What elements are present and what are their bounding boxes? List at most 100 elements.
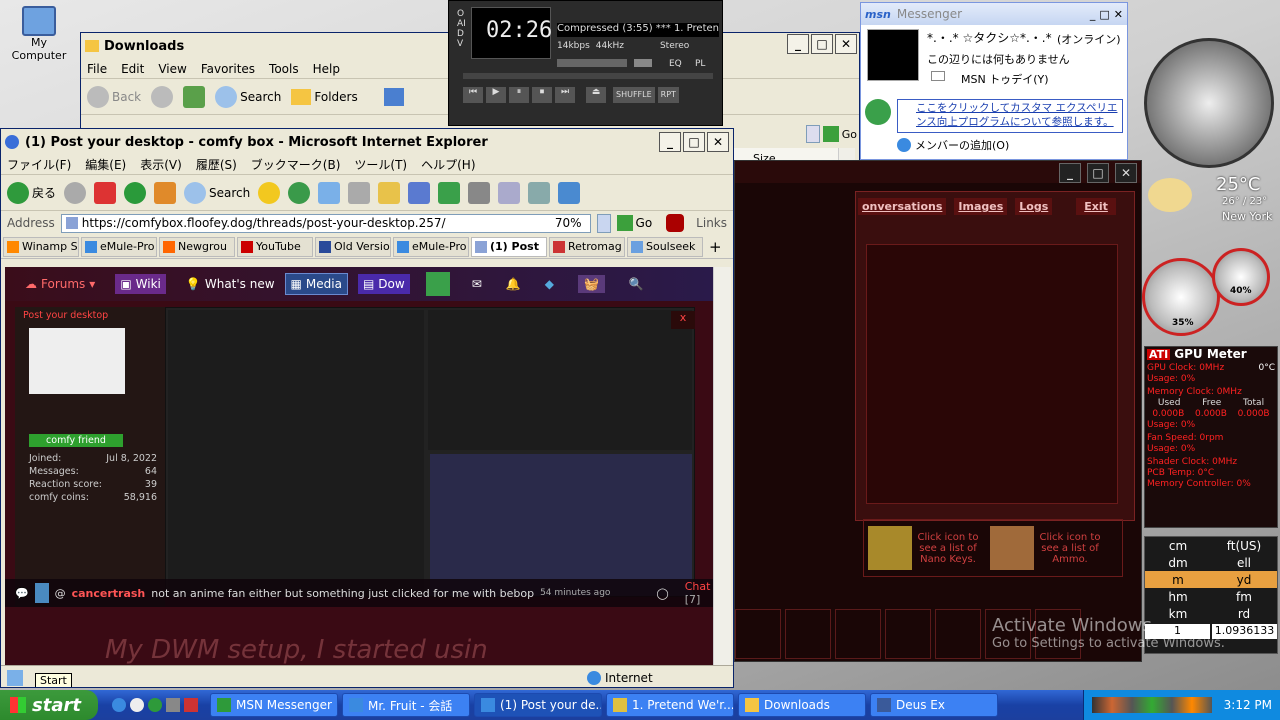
basket-icon[interactable]: 🧺 (577, 275, 605, 293)
prev-icon[interactable]: ⏮ (463, 87, 483, 103)
converter-unit-to[interactable]: ft(US) (1211, 539, 1277, 553)
views-icon[interactable] (383, 87, 404, 106)
post-screenshot-image[interactable] (165, 307, 695, 597)
edit-icon[interactable] (408, 181, 431, 204)
msn-personal-message[interactable]: この辺りには何もありません (927, 51, 1070, 67)
next-icon[interactable]: ⏭ (555, 87, 575, 103)
msn-close[interactable]: ✕ (1114, 8, 1123, 21)
menu-favorites[interactable]: Favorites (201, 62, 255, 76)
print-icon[interactable] (348, 181, 371, 204)
ie-menu-view[interactable]: 表示(V) (140, 156, 182, 173)
msn-minimize[interactable]: _ (1090, 8, 1096, 21)
inventory-slot[interactable] (935, 609, 981, 659)
nav-forums[interactable]: ☁ Forums ▾ (25, 277, 95, 291)
winamp-pl-button[interactable]: PL (695, 59, 705, 69)
menu-tools[interactable]: Tools (269, 62, 299, 76)
fullscreen-icon[interactable] (558, 181, 581, 204)
stop-icon[interactable]: ⏹ (532, 87, 552, 103)
close-x-button[interactable]: x (671, 311, 695, 329)
ie-menu-edit[interactable]: 編集(E) (85, 156, 126, 173)
ie-scrollbar[interactable] (713, 267, 731, 665)
clock[interactable]: 3:12 PM (1224, 698, 1272, 712)
browser-tab[interactable]: Newgrou (159, 236, 235, 257)
play-icon[interactable]: ▶ (486, 87, 506, 103)
new-tab-icon[interactable]: + (709, 238, 722, 256)
start-button[interactable]: Start (0, 690, 98, 720)
deusex-exit-button[interactable]: Exit (1076, 198, 1116, 215)
converter-unit-from[interactable]: dm (1145, 556, 1211, 570)
menu-help[interactable]: Help (313, 62, 340, 76)
ie-maximize[interactable]: □ (683, 132, 705, 152)
ie-quicklaunch-icon[interactable] (112, 698, 126, 712)
converter-unit-to[interactable]: fm (1211, 590, 1277, 604)
links-label[interactable]: Links (696, 216, 727, 230)
ie-menu-file[interactable]: ファイル(F) (7, 156, 71, 173)
folder-icon[interactable] (378, 181, 401, 204)
folders-button[interactable]: Folders (291, 88, 358, 105)
up-folder-icon[interactable] (183, 85, 206, 108)
downloads-go-button[interactable]: Go (842, 128, 857, 141)
converter-unit-from[interactable]: cm (1145, 539, 1211, 553)
converter-row[interactable]: hm fm (1145, 588, 1277, 605)
converter-row[interactable]: cm ft(US) (1145, 537, 1277, 554)
media-quicklaunch-icon[interactable] (130, 698, 144, 712)
volume-slider[interactable] (557, 59, 627, 67)
taskbar-item[interactable]: Downloads (738, 693, 866, 717)
converter-unit-from[interactable]: m (1145, 573, 1211, 587)
address-dropdown-icon[interactable] (596, 213, 611, 233)
converter-unit-to[interactable]: ell (1211, 556, 1277, 570)
inventory-slot[interactable] (835, 609, 881, 659)
msn-today-link[interactable]: MSN トゥデイ(Y) (931, 71, 1049, 87)
chat-avatar[interactable] (34, 583, 49, 603)
nav-whats-new[interactable]: 💡 What's new (186, 277, 275, 291)
history-icon[interactable] (288, 181, 311, 204)
taskbar-item[interactable]: Mr. Fruit - 会話 (342, 693, 470, 717)
bell-icon[interactable]: 🔔 (506, 277, 521, 291)
search-button[interactable]: Search (215, 85, 281, 108)
menu-edit[interactable]: Edit (121, 62, 144, 76)
pause-icon[interactable]: ⏸ (509, 87, 529, 103)
nav-downloads[interactable]: ▤ Dow (357, 274, 410, 294)
nav-wiki[interactable]: ▣ Wiki (115, 274, 166, 294)
nano-key-icon[interactable] (868, 526, 912, 570)
browser-tab[interactable]: Retromag (549, 236, 625, 257)
eject-icon[interactable]: ⏏ (586, 87, 606, 103)
msn-add-member[interactable]: メンバーの追加(O) (897, 137, 1009, 153)
copy-icon[interactable] (498, 181, 521, 204)
msn-display-name[interactable]: *.・.* ☆タクシ☆*.・.* (927, 29, 1052, 46)
browser-tab[interactable]: YouTube (237, 236, 313, 257)
nav-media[interactable]: ▦ Media (284, 273, 348, 295)
inbox-icon[interactable]: ✉ (472, 277, 482, 291)
browser-tab[interactable]: eMule-Pro (81, 236, 157, 257)
browser-tab[interactable]: eMule-Pro (393, 236, 469, 257)
puzzle-icon[interactable] (438, 181, 461, 204)
deusex-minimize[interactable]: _ (1059, 163, 1081, 183)
inventory-slot[interactable] (785, 609, 831, 659)
ie-menu-tools[interactable]: ツール(T) (354, 156, 407, 173)
desktop-icon-my-computer[interactable]: My Computer (4, 6, 74, 62)
app-quicklaunch-icon[interactable] (166, 698, 180, 712)
browser-tab[interactable]: Winamp S (3, 236, 79, 257)
search-icon[interactable]: 🔍 (629, 277, 644, 291)
forward-arrow-icon[interactable] (151, 85, 174, 108)
menu-view[interactable]: View (158, 62, 186, 76)
deusex-close[interactable]: ✕ (1115, 163, 1137, 183)
cut-icon[interactable] (468, 181, 491, 204)
converter-unit-to[interactable]: yd (1211, 573, 1277, 587)
go-icon[interactable] (822, 126, 839, 142)
address-dropdown-icon[interactable] (805, 125, 820, 143)
minimize-button[interactable]: _ (787, 34, 809, 54)
ie-search-button[interactable]: Search (184, 181, 250, 204)
refresh-icon[interactable] (124, 181, 147, 204)
winamp-eq-button[interactable]: EQ (669, 59, 682, 69)
forward-arrow-icon[interactable] (64, 181, 87, 204)
tray-icons[interactable] (1091, 697, 1212, 713)
paste-icon[interactable] (528, 181, 551, 204)
ie-titlebar[interactable]: (1) Post your desktop - comfy box - Micr… (1, 129, 733, 155)
chat-label[interactable]: Chat [7] (685, 580, 713, 606)
ublock-icon[interactable] (666, 214, 685, 232)
taskbar-item[interactable]: MSN Messenger (210, 693, 338, 717)
diamond-icon[interactable]: ◆ (545, 277, 554, 291)
ie-back-button[interactable]: 戻る (7, 181, 56, 204)
inventory-slot[interactable] (885, 609, 931, 659)
